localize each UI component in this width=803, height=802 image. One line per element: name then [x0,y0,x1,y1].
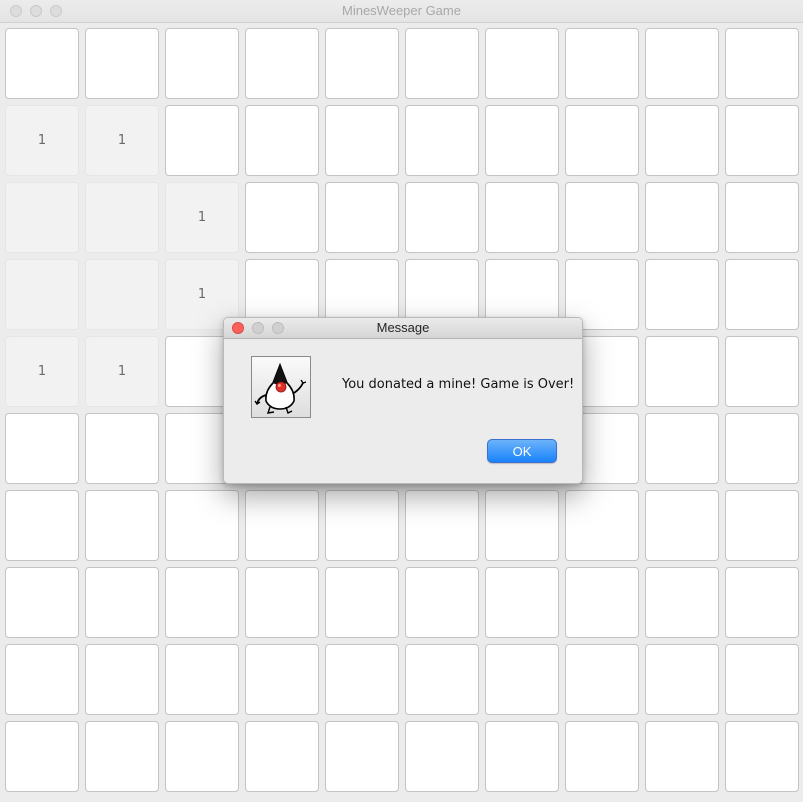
mine-cell[interactable] [485,644,559,715]
mine-cell[interactable] [5,28,79,99]
dialog-titlebar[interactable]: Message [224,318,582,339]
mine-cell[interactable] [325,490,399,561]
mine-cell[interactable] [565,721,639,792]
mine-cell[interactable] [245,567,319,638]
mine-cell[interactable] [325,644,399,715]
mine-cell[interactable] [645,28,719,99]
mine-cell[interactable] [725,567,799,638]
mine-cell[interactable] [85,567,159,638]
mine-cell[interactable] [165,567,239,638]
mine-cell[interactable] [245,182,319,253]
message-dialog: Message You donated a mine! Game is Over… [223,317,583,484]
mine-cell[interactable] [245,721,319,792]
mine-cell[interactable] [485,567,559,638]
mine-cell[interactable]: 1 [5,105,79,176]
mine-cell[interactable] [405,490,479,561]
mine-cell[interactable] [485,490,559,561]
mine-cell[interactable] [565,28,639,99]
mine-cell[interactable] [645,182,719,253]
mine-cell[interactable] [5,413,79,484]
mine-cell[interactable] [725,644,799,715]
mine-cell[interactable] [645,490,719,561]
mine-cell[interactable] [325,182,399,253]
mine-cell[interactable] [5,259,79,330]
window-title: MinesWeeper Game [342,3,461,18]
mine-cell[interactable] [725,182,799,253]
mine-cell[interactable] [85,644,159,715]
mine-cell[interactable] [565,182,639,253]
mine-cell[interactable]: 1 [165,182,239,253]
mine-cell[interactable] [325,28,399,99]
mine-cell[interactable]: 1 [85,336,159,407]
dialog-title: Message [376,320,430,335]
mine-cell[interactable] [485,105,559,176]
mine-cell[interactable] [5,182,79,253]
mine-cell[interactable] [245,644,319,715]
mine-cell[interactable] [165,490,239,561]
mine-cell[interactable]: 1 [85,105,159,176]
mine-cell[interactable] [85,259,159,330]
mine-cell[interactable] [565,105,639,176]
mine-cell[interactable] [645,721,719,792]
mine-cell[interactable] [325,567,399,638]
mine-cell[interactable] [645,259,719,330]
mine-cell[interactable] [645,567,719,638]
mine-cell[interactable] [165,644,239,715]
java-duke-icon [251,356,311,418]
mine-cell[interactable] [325,721,399,792]
mine-cell[interactable] [405,721,479,792]
mine-cell[interactable] [405,182,479,253]
mine-cell[interactable] [85,413,159,484]
mine-cell[interactable] [405,644,479,715]
mine-cell[interactable] [5,567,79,638]
mine-cell[interactable] [565,490,639,561]
mine-cell[interactable] [725,490,799,561]
mine-cell[interactable] [85,28,159,99]
mine-cell[interactable] [165,105,239,176]
mine-cell[interactable] [85,721,159,792]
mine-cell[interactable] [645,105,719,176]
mine-cell[interactable] [485,28,559,99]
mine-cell[interactable] [85,490,159,561]
mine-cell[interactable] [485,721,559,792]
mine-cell[interactable] [565,644,639,715]
mine-cell[interactable] [245,490,319,561]
mine-cell[interactable] [405,105,479,176]
mine-cell[interactable] [405,567,479,638]
mine-cell[interactable] [5,644,79,715]
mine-cell[interactable]: 1 [5,336,79,407]
window-titlebar[interactable]: MinesWeeper Game [0,0,803,23]
game-over-message: You donated a mine! Game is Over! [342,377,575,392]
mine-cell[interactable] [725,336,799,407]
app-window: MinesWeeper Game 111111 Message You dona… [0,0,803,802]
mine-cell[interactable] [165,28,239,99]
mine-cell[interactable] [725,259,799,330]
mine-cell[interactable] [645,413,719,484]
mine-cell[interactable] [245,105,319,176]
mine-cell[interactable] [245,28,319,99]
mine-cell[interactable] [725,721,799,792]
mine-cell[interactable] [405,28,479,99]
mine-cell[interactable] [725,105,799,176]
mine-cell[interactable] [645,336,719,407]
mine-cell[interactable] [165,721,239,792]
mine-cell[interactable] [565,567,639,638]
mine-cell[interactable] [645,644,719,715]
mine-cell[interactable] [85,182,159,253]
mine-cell[interactable] [325,105,399,176]
mine-cell[interactable] [725,28,799,99]
mine-cell[interactable] [485,182,559,253]
mine-cell[interactable] [5,721,79,792]
mine-cell[interactable] [5,490,79,561]
ok-button[interactable]: OK [487,439,557,463]
mine-cell[interactable] [725,413,799,484]
